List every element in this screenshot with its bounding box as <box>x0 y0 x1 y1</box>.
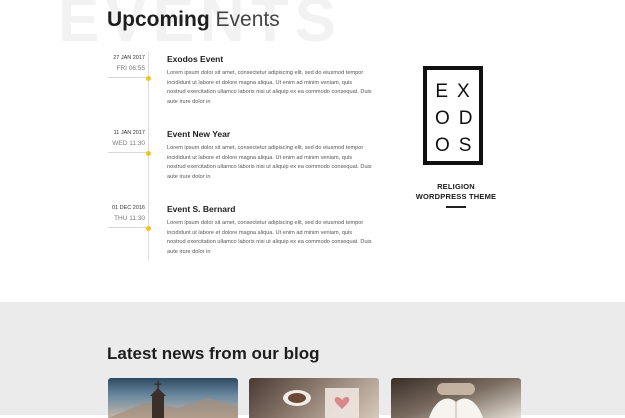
event-item[interactable]: 01 DEC 2016 THU 11:30 Event S. Bernard L… <box>104 202 374 262</box>
section-title: Upcoming Events <box>107 8 280 32</box>
events-timeline: 27 JAN 2017 FRI 06:55 Exodos Event Lorem… <box>104 52 374 262</box>
event-title-link[interactable]: Event S. Bernard <box>167 204 236 214</box>
logo-row-2: OD <box>435 108 482 129</box>
timeline-dot <box>146 226 151 231</box>
event-date-underline <box>108 227 149 228</box>
blog-section: Latest news from our blog <box>0 302 625 418</box>
church-photo-icon <box>108 381 238 418</box>
logo-subtitle-religion: RELIGION <box>437 182 475 191</box>
timeline-dot <box>146 76 151 81</box>
logo-divider <box>446 206 466 208</box>
event-description: Lorem ipsum dolor sit amet, consectetur … <box>167 220 372 255</box>
blog-card-book[interactable] <box>391 378 521 418</box>
event-date: 01 DEC 2016 <box>111 205 145 211</box>
event-date: 11 JAN 2017 <box>113 130 145 136</box>
logo-subtitle-theme: WORDPRESS THEME <box>415 192 497 201</box>
event-time: FRI 06:55 <box>116 65 145 72</box>
event-item[interactable]: 27 JAN 2017 FRI 06:55 Exodos Event Lorem… <box>104 52 374 112</box>
coffee-heart-photo-icon <box>283 388 359 418</box>
event-date-block: 27 JAN 2017 FRI 06:55 <box>104 52 148 73</box>
event-time: THU 11:30 <box>114 215 145 222</box>
event-description: Lorem ipsum dolor sit amet, consectetur … <box>167 145 372 180</box>
blog-title: Latest news from our blog <box>107 344 320 363</box>
event-item[interactable]: 11 JAN 2017 WED 11:30 Event New Year Lor… <box>104 127 374 187</box>
event-title-link[interactable]: Exodos Event <box>167 54 223 64</box>
event-time: WED 11:30 <box>112 140 145 147</box>
upcoming-events-section: EVENTS Upcoming Events 27 JAN 2017 FRI 0… <box>0 0 625 302</box>
event-date: 27 JAN 2017 <box>113 55 145 61</box>
logo-row-1: EX <box>435 81 479 102</box>
event-date-underline <box>108 77 149 78</box>
blog-card-coffee[interactable] <box>249 378 379 418</box>
event-title-link[interactable]: Event New Year <box>167 129 230 139</box>
timeline-dot <box>146 151 151 156</box>
open-book-photo-icon <box>429 383 483 418</box>
logo-frame: EX OD OS <box>423 66 483 165</box>
event-date-block: 01 DEC 2016 THU 11:30 <box>104 202 148 223</box>
event-date-block: 11 JAN 2017 WED 11:30 <box>104 127 148 148</box>
event-date-underline <box>108 152 149 153</box>
blog-card-church[interactable] <box>108 378 238 418</box>
section-title-light: Events <box>215 8 280 31</box>
event-description: Lorem ipsum dolor sit amet, consectetur … <box>167 70 372 105</box>
section-title-bold: Upcoming <box>107 8 210 31</box>
logo-row-3: OS <box>435 135 481 156</box>
